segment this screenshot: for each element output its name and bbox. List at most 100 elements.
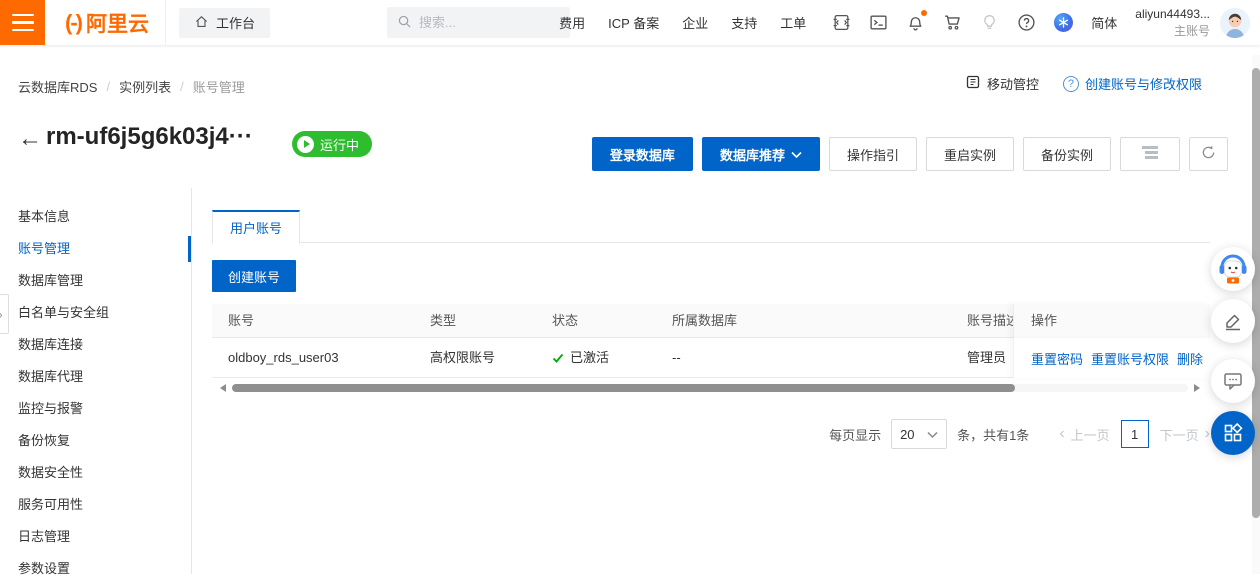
feedback-edit-button[interactable]: [1211, 299, 1255, 343]
database-recommend-label: 数据库推荐: [720, 145, 785, 164]
back-button[interactable]: ←: [18, 125, 42, 153]
operation-guide-button[interactable]: 操作指引: [829, 137, 917, 171]
reset-password-link[interactable]: 重置密码: [1031, 349, 1083, 368]
workspace-button[interactable]: 工作台: [179, 8, 270, 38]
scroll-right-arrow-icon[interactable]: [1194, 384, 1200, 392]
column-database: 所属数据库: [672, 304, 737, 338]
breadcrumb-instance-list[interactable]: 实例列表: [119, 77, 171, 96]
create-account-help-link[interactable]: ? 创建账号与修改权限: [1063, 74, 1202, 93]
task-list-button[interactable]: [1120, 137, 1180, 171]
breadcrumb: 云数据库RDS / 实例列表 / 账号管理: [18, 77, 245, 96]
terminal-icon[interactable]: [869, 13, 888, 32]
chevron-right-icon: ›: [0, 307, 3, 322]
reset-permissions-link[interactable]: 重置账号权限: [1091, 349, 1169, 368]
check-icon: [552, 352, 564, 364]
question-circle-icon: ?: [1063, 76, 1079, 92]
lightbulb-icon[interactable]: [980, 13, 999, 32]
create-help-label: 创建账号与修改权限: [1085, 74, 1202, 93]
accounts-table: 账号 类型 状态 所属数据库 账号描述 操作 oldboy_rds_user03…: [212, 304, 1210, 395]
hamburger-menu-button[interactable]: [0, 0, 45, 45]
sidebar-item-backup-restore[interactable]: 备份恢复: [0, 425, 191, 457]
home-icon: [194, 14, 209, 32]
breadcrumb-separator: /: [180, 79, 184, 94]
backup-instance-button[interactable]: 备份实例: [1023, 137, 1111, 171]
sidebar-item-basic-info[interactable]: 基本信息: [0, 201, 191, 233]
cell-status: 已激活: [552, 338, 609, 378]
cell-account: oldboy_rds_user03: [228, 338, 339, 378]
delete-link[interactable]: 删除: [1177, 349, 1203, 368]
prev-page-label: 上一页: [1071, 425, 1110, 444]
notification-dot: [921, 10, 927, 16]
horizontal-scrollbar[interactable]: [212, 381, 1210, 395]
cell-operations: 重置密码 重置账号权限 删除: [1013, 338, 1210, 378]
language-switcher[interactable]: 简体: [1091, 13, 1117, 32]
menu-item-billing[interactable]: 费用: [559, 13, 585, 32]
restart-instance-button[interactable]: 重启实例: [926, 137, 1014, 171]
column-description: 账号描述: [967, 304, 1019, 338]
scroll-left-arrow-icon[interactable]: [220, 384, 226, 392]
column-operations: 操作: [1013, 304, 1210, 338]
rds-assistant-robot-button[interactable]: [1211, 247, 1255, 291]
per-page-select[interactable]: 20: [891, 419, 947, 449]
database-recommend-button[interactable]: 数据库推荐: [702, 137, 820, 171]
account-name: aliyun44493...: [1135, 6, 1210, 23]
aliyun-logo-text: 阿里云: [86, 8, 149, 38]
sidebar-item-account-management[interactable]: 账号管理: [0, 233, 191, 265]
cell-database: --: [672, 338, 681, 378]
cell-description: 管理员: [967, 338, 1006, 378]
cell-type: 高权限账号: [430, 338, 495, 378]
sidebar-item-monitoring[interactable]: 监控与报警: [0, 393, 191, 425]
sidebar-item-service-availability[interactable]: 服务可用性: [0, 489, 191, 521]
tab-user-accounts[interactable]: 用户账号: [212, 210, 300, 244]
pencil-icon: [1222, 310, 1244, 332]
grid-icon: [1222, 422, 1244, 444]
search-icon: [397, 14, 412, 32]
comment-feedback-button[interactable]: [1211, 359, 1255, 403]
sidebar-item-parameter-settings[interactable]: 参数设置: [0, 553, 191, 585]
refresh-button[interactable]: [1189, 137, 1228, 171]
login-database-button[interactable]: 登录数据库: [592, 137, 693, 171]
menu-item-icp[interactable]: ICP 备案: [608, 13, 659, 32]
next-page-button[interactable]: 下一页 ›: [1160, 425, 1210, 444]
pagination: 每页显示 20 条，共有1条 ‹ 上一页 1 下一页 ›: [212, 419, 1210, 449]
sidebar-item-data-security[interactable]: 数据安全性: [0, 457, 191, 489]
chevron-down-icon: [791, 147, 802, 162]
search-input[interactable]: [419, 15, 549, 30]
notification-bell-icon[interactable]: [906, 13, 925, 32]
mobile-control-label: 移动管控: [987, 74, 1039, 93]
column-status: 状态: [552, 304, 578, 338]
sidebar-collapse-handle[interactable]: ›: [0, 294, 9, 334]
sidebar-item-database-proxy[interactable]: 数据库代理: [0, 361, 191, 393]
breadcrumb-rds[interactable]: 云数据库RDS: [18, 77, 97, 96]
table-header-row: 账号 类型 状态 所属数据库 账号描述 操作: [212, 304, 1210, 338]
account-menu[interactable]: aliyun44493... 主账号: [1135, 6, 1210, 40]
help-icon[interactable]: [1017, 13, 1036, 32]
scrollbar-thumb[interactable]: [232, 384, 1015, 392]
menu-item-support[interactable]: 支持: [731, 13, 757, 32]
page-number-button[interactable]: 1: [1121, 420, 1149, 448]
menu-item-enterprise[interactable]: 企业: [682, 13, 708, 32]
tab-bar: 用户账号: [212, 210, 1210, 243]
widget-grid-button[interactable]: [1211, 411, 1255, 455]
mobile-control-button[interactable]: 移动管控: [965, 74, 1039, 93]
running-play-icon: [297, 136, 314, 153]
refresh-icon: [1201, 145, 1216, 163]
sidebar-item-database-connection[interactable]: 数据库连接: [0, 329, 191, 361]
menu-item-ticket[interactable]: 工单: [780, 13, 806, 32]
create-account-button[interactable]: 创建账号: [212, 260, 296, 292]
avatar[interactable]: [1220, 8, 1250, 38]
sidebar-item-whitelist[interactable]: 白名单与安全组: [0, 297, 191, 329]
sidebar-item-database-management[interactable]: 数据库管理: [0, 265, 191, 297]
prev-page-button[interactable]: ‹ 上一页: [1059, 425, 1109, 444]
cart-icon[interactable]: [943, 13, 962, 32]
table-row: oldboy_rds_user03 高权限账号 已激活 -- 管理员 重置密码 …: [212, 338, 1210, 378]
search-box[interactable]: [387, 7, 570, 38]
sidebar-item-log-management[interactable]: 日志管理: [0, 521, 191, 553]
main-content: 用户账号 创建账号 账号 类型 状态 所属数据库 账号描述 操作 oldboy_…: [212, 210, 1210, 449]
aliyun-logo[interactable]: (-) 阿里云: [65, 8, 149, 38]
status-text: 已激活: [570, 338, 609, 378]
acr-star-icon[interactable]: [1054, 13, 1073, 32]
api-icon[interactable]: [832, 13, 851, 32]
topbar-menu: 费用 ICP 备案 企业 支持 工单: [559, 13, 806, 32]
topbar-divider: [165, 0, 166, 45]
